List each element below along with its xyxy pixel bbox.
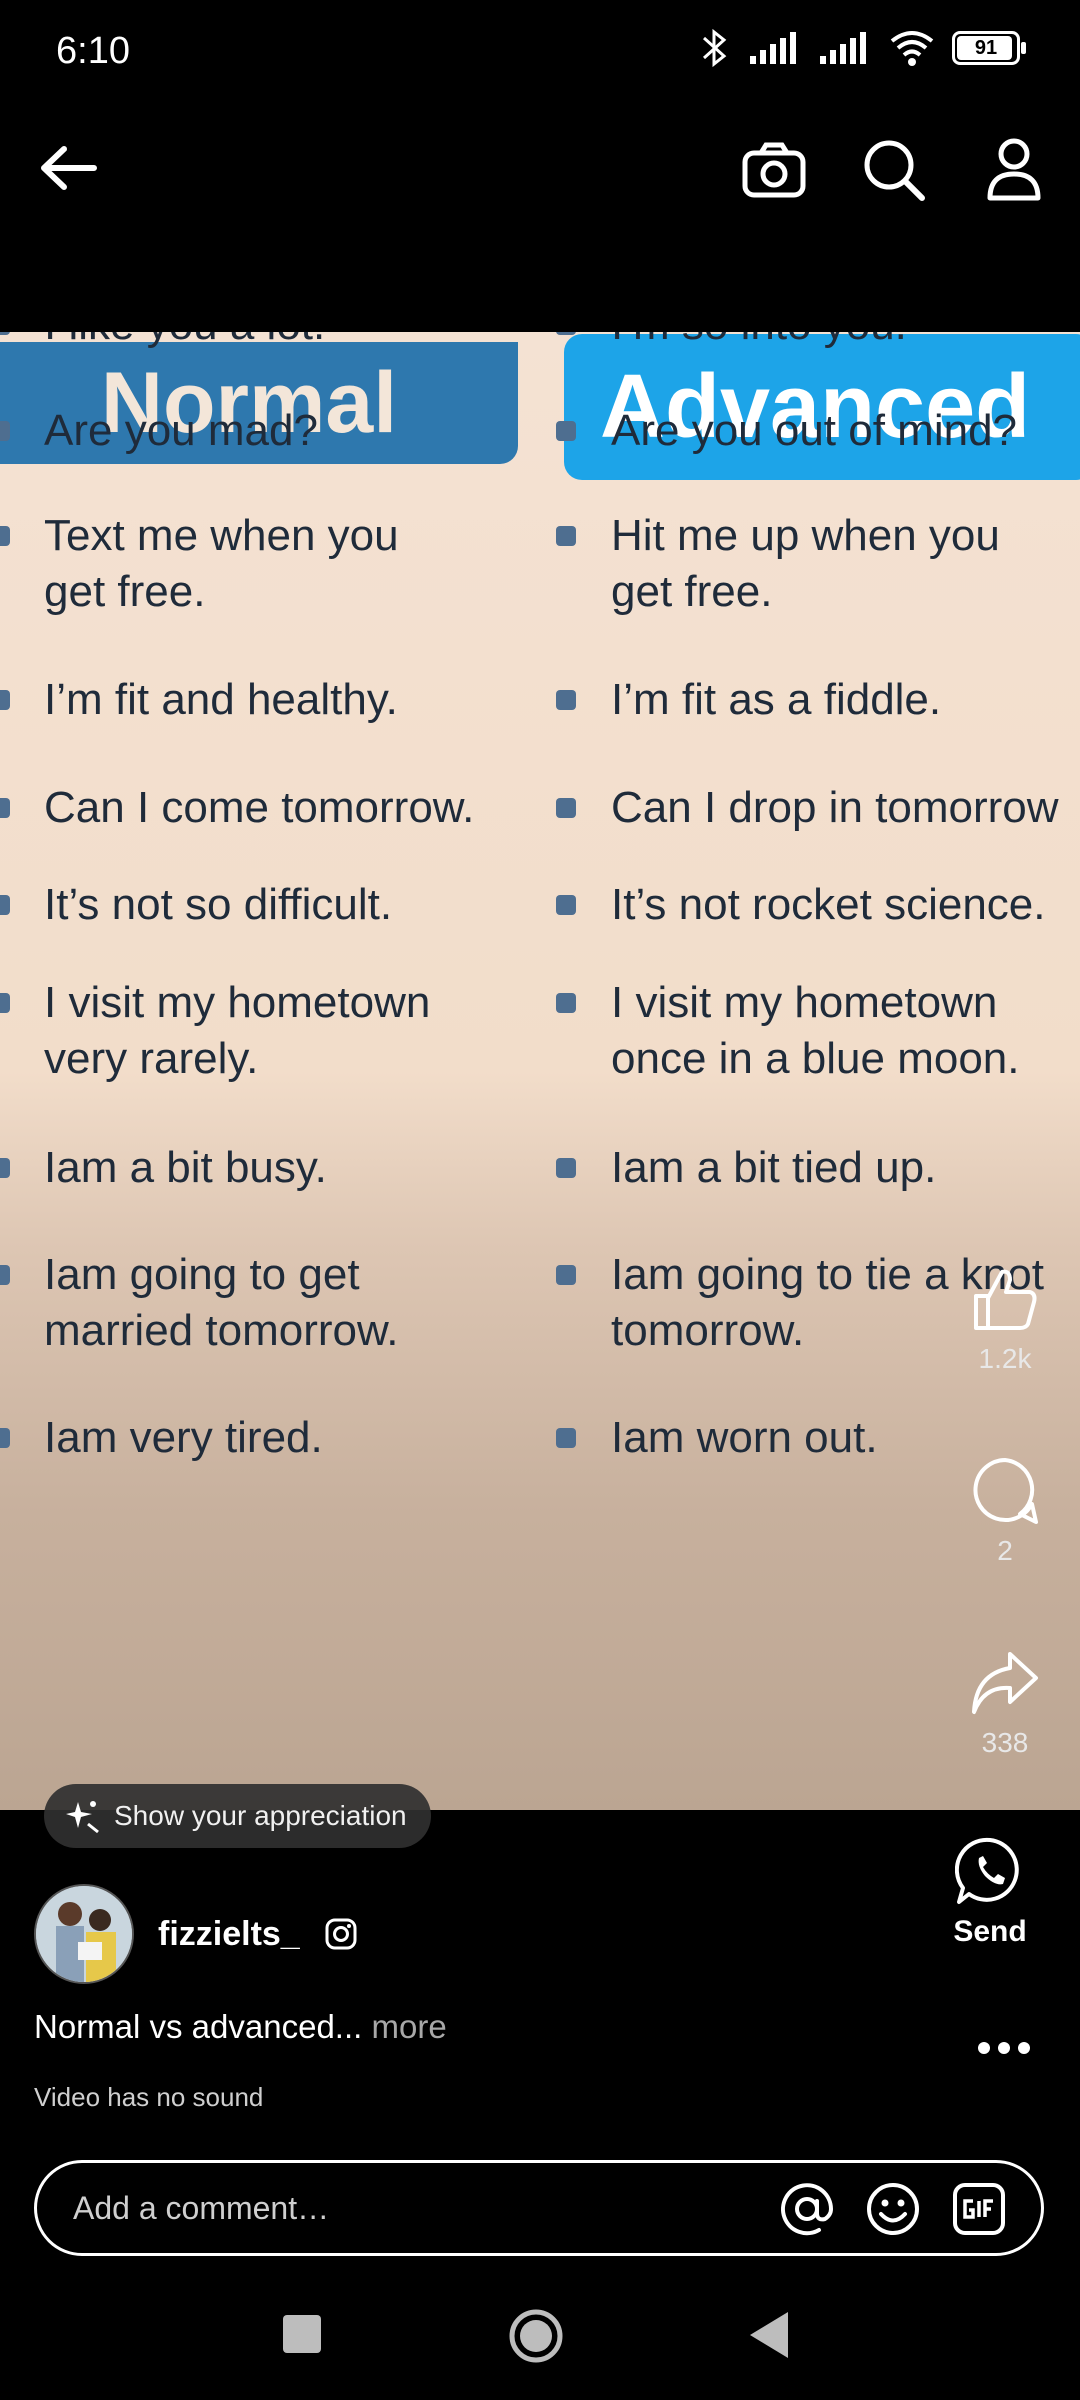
- bullet-icon: [0, 1428, 10, 1448]
- bullet-icon: [0, 895, 10, 915]
- signal-icon: [750, 32, 796, 64]
- bullet-icon: [556, 1428, 576, 1448]
- author-row[interactable]: fizzielts_: [34, 1884, 358, 1984]
- system-nav-bar: [0, 2290, 1080, 2400]
- like-count: 1.2k: [978, 1343, 1032, 1374]
- back-arrow-icon[interactable]: [30, 130, 106, 206]
- video-frame[interactable]: Normal Advanced How are you?How’s it goi…: [0, 332, 1080, 1810]
- comment-box: [34, 2160, 1044, 2256]
- comment-input[interactable]: [71, 2188, 775, 2228]
- phrase-normal-text: I visit my hometown: [44, 978, 431, 1027]
- phrase-advanced-text: once in a blue moon.: [611, 1034, 1020, 1083]
- phrase-normal-text: Are you mad?: [44, 406, 318, 455]
- phrase-advanced-text: I’m fit as a fiddle.: [611, 675, 942, 724]
- phrase-normal-text: Text me when you: [44, 511, 399, 560]
- comment-bubble-icon: [973, 1458, 1038, 1524]
- bullet-icon: [556, 421, 576, 441]
- phrase-advanced-text: Are you out of mind?: [611, 406, 1018, 455]
- person-icon[interactable]: [974, 130, 1054, 210]
- comment-count: 2: [997, 1535, 1013, 1566]
- bullet-icon: [556, 332, 576, 335]
- gif-icon[interactable]: [951, 2181, 1007, 2237]
- phrase-normal-text: Can I come tomorrow.: [44, 783, 475, 832]
- search-icon[interactable]: [854, 130, 934, 210]
- instagram-icon[interactable]: [324, 1917, 358, 1951]
- bullet-icon: [556, 993, 576, 1013]
- caption-more-link[interactable]: more: [362, 2008, 446, 2045]
- phrase-advanced-text: Iam worn out.: [611, 1413, 878, 1462]
- caption-text: Normal vs advanced...: [34, 2008, 363, 2045]
- bullet-icon: [556, 526, 576, 546]
- phrase-normal-text: I like you a lot.: [44, 332, 325, 353]
- share-arrow-icon: [972, 1652, 1038, 1714]
- whatsapp-icon: [954, 1837, 1019, 1904]
- more-options-icon[interactable]: [976, 2040, 1032, 2061]
- comment-tools: [779, 2181, 1007, 2237]
- camera-icon[interactable]: [734, 130, 814, 210]
- phrase-advanced-text: tomorrow.: [611, 1306, 805, 1355]
- phrase-normal-text: Iam going to get: [44, 1250, 360, 1299]
- phrase-normal-text: very rarely.: [44, 1034, 259, 1083]
- bullet-icon: [0, 421, 10, 441]
- share-count: 338: [981, 1727, 1029, 1758]
- phrase-advanced-text: Can I drop in tomorrow: [611, 783, 1059, 832]
- signal-icon-2: [820, 32, 866, 64]
- status-bar: 6:10 91: [0, 0, 1080, 110]
- phrase-advanced-text: Hit me up when you: [611, 511, 1000, 560]
- caption[interactable]: Normal vs advanced... more: [34, 2008, 447, 2046]
- phrase-advanced-text: I visit my hometown: [611, 978, 998, 1027]
- bullet-icon: [0, 798, 10, 818]
- bluetooth-icon: [702, 28, 727, 68]
- status-icons: 91: [698, 28, 1026, 68]
- send-label: Send: [953, 1915, 1027, 1948]
- phrase-normal-text: get free.: [44, 567, 206, 616]
- bullet-icon: [0, 526, 10, 546]
- phrase-normal-text: Iam a bit busy.: [44, 1143, 327, 1192]
- phrase-advanced-text: It’s not rocket science.: [611, 880, 1046, 929]
- bullet-icon: [0, 1265, 10, 1285]
- bullet-icon: [556, 1265, 576, 1285]
- appreciation-label: Show your appreciation: [114, 1800, 407, 1831]
- phrase-normal-text: It’s not so difficult.: [44, 880, 393, 929]
- like-button[interactable]: 1.2k: [930, 1264, 1080, 1375]
- comment-button[interactable]: 2: [930, 1456, 1080, 1567]
- avatar[interactable]: [34, 1884, 134, 1984]
- show-appreciation-button[interactable]: Show your appreciation: [44, 1784, 431, 1848]
- phrase-normal-text: married tomorrow.: [44, 1306, 399, 1355]
- bullet-icon: [0, 993, 10, 1013]
- phrase-advanced-text: get free.: [611, 567, 773, 616]
- phrase-advanced-text: I’m so into you.: [611, 332, 907, 353]
- mention-icon[interactable]: [779, 2181, 835, 2237]
- no-sound-notice: Video has no sound: [34, 2082, 264, 2112]
- bullet-icon: [0, 332, 10, 335]
- bullet-icon: [556, 895, 576, 915]
- emoji-icon[interactable]: [865, 2181, 921, 2237]
- phrase-normal-text: Iam very tired.: [44, 1413, 323, 1462]
- back-button[interactable]: [748, 2310, 790, 2365]
- battery-level: 91: [974, 36, 998, 59]
- share-button[interactable]: 338: [930, 1648, 1080, 1759]
- wifi-icon: [890, 31, 934, 66]
- top-bar: [0, 120, 1080, 220]
- status-time: 6:10: [56, 30, 130, 72]
- username[interactable]: fizzielts_: [158, 1915, 300, 1954]
- phrase-normal-text: I’m fit and healthy.: [44, 675, 398, 724]
- bullet-icon: [556, 1158, 576, 1178]
- thumbs-up-icon: [974, 1269, 1037, 1330]
- battery-icon: 91: [952, 31, 1026, 65]
- bullet-icon: [556, 798, 576, 818]
- sparkle-icon: [66, 1801, 99, 1834]
- phrase-advanced-text: Iam a bit tied up.: [611, 1143, 937, 1192]
- bullet-icon: [0, 690, 10, 710]
- recents-button[interactable]: [282, 2314, 322, 2359]
- bullet-icon: [0, 1158, 10, 1178]
- send-button[interactable]: Send: [940, 1836, 1040, 1949]
- bullet-icon: [556, 690, 576, 710]
- home-button[interactable]: [508, 2308, 564, 2369]
